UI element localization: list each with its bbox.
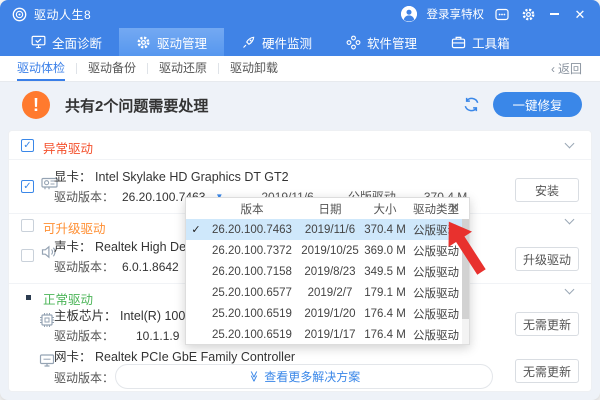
subtab-driver-checkup[interactable]: 驱动体检 [6, 56, 76, 81]
audio-driver-version: 6.0.1.8642 [122, 260, 179, 274]
rocket-icon [241, 35, 256, 50]
settings-icon[interactable] [520, 6, 536, 22]
version-option-row[interactable]: 26.20.100.7158 2019/8/23 349.5 M 公版驱动 [186, 261, 469, 282]
subtab-driver-backup[interactable]: 驱动备份 [77, 56, 147, 81]
more-solutions-button[interactable]: ≫ 查看更多解决方案 [115, 364, 493, 389]
feedback-icon[interactable] [494, 6, 510, 22]
normal-section-bullet [26, 295, 31, 300]
titlebar: 驱动人生8 登录享特权 ✕ [0, 0, 600, 28]
install-button[interactable]: 安装 [515, 178, 579, 202]
one-click-fix-button[interactable]: 一键修复 [493, 92, 582, 117]
rescan-icon[interactable] [462, 95, 481, 114]
subtab-driver-restore[interactable]: 驱动还原 [148, 56, 218, 81]
summary-strip: ! 共有2个问题需要处理 一键修复 [0, 86, 600, 124]
dropdown-scrollbar-thumb[interactable] [462, 219, 469, 319]
collapse-abnormal-chevron-icon[interactable] [565, 139, 575, 149]
version-dropdown-panel: ✕ 版本 日期 大小 驱动类型 ✓ 26.20.100.7463 2019/11… [185, 197, 470, 345]
sub-nav: 驱动体检 驱动备份 驱动还原 驱动卸载 ‹ 返回 [0, 56, 600, 82]
section-upgradable-label: 可升级驱动 [43, 218, 106, 237]
network-driver-name: 网卡： Realtek PCIe GbE Family Controller [54, 346, 295, 365]
tab-toolbox[interactable]: 工具箱 [434, 28, 527, 56]
abnormal-section-checkbox[interactable]: ✓ [21, 139, 34, 152]
close-button[interactable]: ✕ [572, 6, 588, 22]
chipset-driver-version: 10.1.1.9 [136, 329, 179, 343]
no-update-button-network[interactable]: 无需更新 [515, 359, 579, 383]
minimize-button[interactable] [546, 6, 562, 22]
app-logo-icon [12, 7, 27, 22]
login-link[interactable]: 登录享特权 [427, 6, 485, 22]
toolbox-icon [451, 35, 466, 49]
summary-message: 共有2个问题需要处理 [65, 95, 208, 116]
warning-icon: ! [22, 91, 50, 119]
upgradable-section-checkbox[interactable] [21, 219, 34, 232]
version-option-row[interactable]: 25.20.100.6577 2019/2/7 179.1 M 公版驱动 [186, 282, 469, 303]
back-chevron-icon: ‹ [551, 62, 555, 76]
dropdown-header-row: 版本 日期 大小 驱动类型 [186, 198, 469, 219]
tab-software-management[interactable]: 软件管理 [329, 28, 434, 56]
gear-icon [136, 35, 151, 50]
divider [9, 159, 591, 160]
double-chevron-down-icon: ≫ [247, 371, 260, 383]
user-avatar-icon[interactable] [401, 6, 417, 22]
selected-check-icon: ✓ [186, 223, 206, 236]
monitor-check-icon [31, 35, 46, 49]
version-option-row[interactable]: 25.20.100.6519 2019/1/17 176.4 M 公版驱动 [186, 324, 469, 345]
circles-icon [346, 35, 361, 50]
column-version: 版本 [206, 201, 298, 217]
version-option-row[interactable]: ✓ 26.20.100.7463 2019/11/6 370.4 M 公版驱动 [186, 219, 469, 240]
version-option-row[interactable]: 26.20.100.7372 2019/10/25 369.0 M 公版驱动 [186, 240, 469, 261]
gpu-driver-name: 显卡： Intel Skylake HD Graphics DT GT2 [54, 166, 289, 185]
tab-full-diagnosis[interactable]: 全面诊断 [14, 28, 119, 56]
back-link[interactable]: ‹ 返回 [551, 60, 582, 77]
subtab-driver-uninstall[interactable]: 驱动卸载 [219, 56, 289, 81]
collapse-upgradable-chevron-icon[interactable] [565, 215, 575, 225]
version-option-row[interactable]: 25.20.100.6519 2019/1/20 176.4 M 公版驱动 [186, 303, 469, 324]
main-nav: 全面诊断 驱动管理 硬件监测 软件管理 工具箱 [0, 28, 600, 56]
chipset-icon [39, 312, 55, 328]
column-size: 大小 [362, 201, 408, 217]
collapse-normal-chevron-icon[interactable] [565, 285, 575, 295]
audio-row-checkbox[interactable] [21, 249, 34, 262]
audio-driver-version-row: 驱动版本： 6.0.1.8642 [54, 258, 179, 275]
column-date: 日期 [298, 201, 362, 217]
tab-driver-management[interactable]: 驱动管理 [119, 28, 224, 56]
app-window: 驱动人生8 登录享特权 ✕ 全面诊断 驱动管理 硬件监测 [0, 0, 600, 400]
section-abnormal-label: 异常驱动 [43, 138, 93, 157]
dropdown-close-icon[interactable]: ✕ [449, 200, 460, 217]
network-adapter-icon [39, 353, 55, 368]
no-update-button-chipset[interactable]: 无需更新 [515, 312, 579, 336]
gpu-row-checkbox[interactable]: ✓ [21, 180, 34, 193]
app-title: 驱动人生8 [34, 6, 91, 23]
upgrade-driver-button[interactable]: 升级驱动 [515, 247, 579, 271]
tab-hardware-monitor[interactable]: 硬件监测 [224, 28, 329, 56]
